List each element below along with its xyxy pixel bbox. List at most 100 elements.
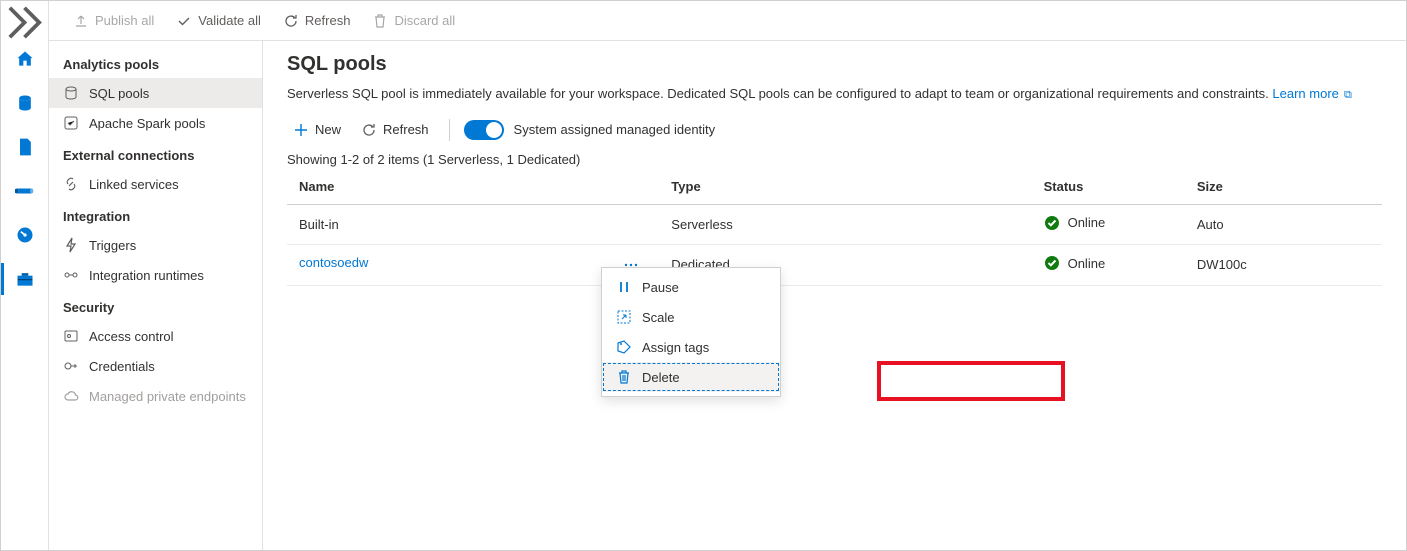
access-icon	[63, 328, 79, 344]
ctx-pause[interactable]: Pause	[602, 272, 780, 302]
nav-mpe[interactable]: Managed private endpoints	[49, 381, 262, 411]
table-row[interactable]: Built-in Serverless Online Auto	[287, 204, 1382, 244]
cell-status: Online	[1032, 244, 1185, 285]
trash-icon	[372, 13, 388, 29]
cell-status: Online	[1032, 204, 1185, 244]
ctx-scale[interactable]: Scale	[602, 302, 780, 332]
publish-label: Publish all	[95, 13, 154, 28]
discard-label: Discard all	[394, 13, 455, 28]
new-button[interactable]: New	[287, 118, 347, 142]
th-name[interactable]: Name	[287, 169, 659, 205]
rail-develop[interactable]	[1, 125, 48, 169]
home-icon	[15, 49, 35, 69]
nav-sql-pools[interactable]: SQL pools	[49, 78, 262, 108]
page-title: SQL pools	[287, 53, 1382, 76]
nav-triggers[interactable]: Triggers	[49, 230, 262, 260]
key-icon	[63, 358, 79, 374]
gauge-icon	[15, 225, 35, 245]
document-icon	[15, 137, 35, 157]
success-icon	[1044, 215, 1060, 231]
validate-all-button[interactable]: Validate all	[168, 9, 269, 33]
content-area: SQL pools Serverless SQL pool is immedia…	[263, 41, 1406, 550]
cloud-icon	[63, 388, 79, 404]
pool-link[interactable]: contosoedw	[299, 255, 368, 270]
nav-spark-pools-label: Apache Spark pools	[89, 116, 205, 131]
identity-toggle-label: System assigned managed identity	[514, 122, 716, 137]
toolbox-icon	[15, 269, 35, 289]
rail-manage[interactable]	[1, 257, 48, 301]
section-external: External connections	[49, 138, 262, 169]
nav-linked-label: Linked services	[89, 177, 179, 192]
nav-mpe-label: Managed private endpoints	[89, 389, 246, 404]
bolt-icon	[63, 237, 79, 253]
nav-creds-label: Credentials	[89, 359, 155, 374]
cell-size: Auto	[1185, 204, 1382, 244]
section-security: Security	[49, 290, 262, 321]
rail-integrate[interactable]	[1, 169, 48, 213]
pause-icon	[616, 279, 632, 295]
nav-ir[interactable]: Integration runtimes	[49, 260, 262, 290]
refresh-list-label: Refresh	[383, 122, 429, 137]
expand-rail-button[interactable]	[1, 7, 48, 37]
spark-icon	[63, 115, 79, 131]
th-size[interactable]: Size	[1185, 169, 1382, 205]
scale-icon	[616, 309, 632, 325]
th-status[interactable]: Status	[1032, 169, 1185, 205]
refresh-icon	[283, 13, 299, 29]
th-type[interactable]: Type	[659, 169, 1031, 205]
table-row[interactable]: contosoedw Dedicated Online	[287, 244, 1382, 285]
refresh-list-button[interactable]: Refresh	[355, 118, 435, 142]
check-icon	[176, 13, 192, 29]
runtime-icon	[63, 267, 79, 283]
nav-triggers-label: Triggers	[89, 238, 136, 253]
link-icon	[63, 176, 79, 192]
learn-more-link[interactable]: Learn more ⧉	[1272, 86, 1351, 101]
rail-home[interactable]	[1, 37, 48, 81]
ctx-delete-label: Delete	[642, 370, 680, 385]
highlight-box	[877, 361, 1065, 401]
upload-icon	[73, 13, 89, 29]
ctx-scale-label: Scale	[642, 310, 675, 325]
nav-spark-pools[interactable]: Apache Spark pools	[49, 108, 262, 138]
section-analytics-pools: Analytics pools	[49, 47, 262, 78]
nav-access-label: Access control	[89, 329, 174, 344]
ctx-assign-tags[interactable]: Assign tags	[602, 332, 780, 362]
ctx-tags-label: Assign tags	[642, 340, 709, 355]
section-integration: Integration	[49, 199, 262, 230]
identity-toggle[interactable]	[464, 120, 504, 140]
sidebar-nav: Analytics pools SQL pools Apache Spark p…	[49, 41, 263, 550]
rail-monitor[interactable]	[1, 213, 48, 257]
refresh-icon	[361, 122, 377, 138]
external-icon: ⧉	[1341, 89, 1352, 101]
plus-icon	[293, 122, 309, 138]
cell-type: Serverless	[659, 204, 1031, 244]
page-actions: New Refresh System assigned managed iden…	[287, 118, 1382, 142]
sql-pool-icon	[63, 85, 79, 101]
new-label: New	[315, 122, 341, 137]
cell-name: Built-in	[287, 204, 659, 244]
discard-all-button[interactable]: Discard all	[364, 9, 463, 33]
nav-access-control[interactable]: Access control	[49, 321, 262, 351]
rail-data[interactable]	[1, 81, 48, 125]
publish-all-button[interactable]: Publish all	[65, 9, 162, 33]
row-context-menu: Pause Scale Assign tags Delete	[601, 267, 781, 397]
top-toolbar: Publish all Validate all Refresh Discard…	[49, 1, 1406, 41]
nav-sql-pools-label: SQL pools	[89, 86, 149, 101]
pipeline-icon	[15, 181, 35, 201]
refresh-button[interactable]: Refresh	[275, 9, 359, 33]
database-icon	[15, 93, 35, 113]
nav-credentials[interactable]: Credentials	[49, 351, 262, 381]
pools-table: Name Type Status Size Built-in Serverles…	[287, 169, 1382, 286]
page-desc-text: Serverless SQL pool is immediately avail…	[287, 86, 1269, 101]
ctx-delete[interactable]: Delete	[602, 362, 780, 392]
page-description: Serverless SQL pool is immediately avail…	[287, 84, 1382, 104]
refresh-label: Refresh	[305, 13, 351, 28]
item-count: Showing 1-2 of 2 items (1 Serverless, 1 …	[287, 152, 1382, 167]
ctx-pause-label: Pause	[642, 280, 679, 295]
tag-icon	[616, 339, 632, 355]
cell-size: DW100c	[1185, 244, 1382, 285]
validate-label: Validate all	[198, 13, 261, 28]
action-separator	[449, 119, 450, 141]
nav-ir-label: Integration runtimes	[89, 268, 204, 283]
nav-linked-services[interactable]: Linked services	[49, 169, 262, 199]
